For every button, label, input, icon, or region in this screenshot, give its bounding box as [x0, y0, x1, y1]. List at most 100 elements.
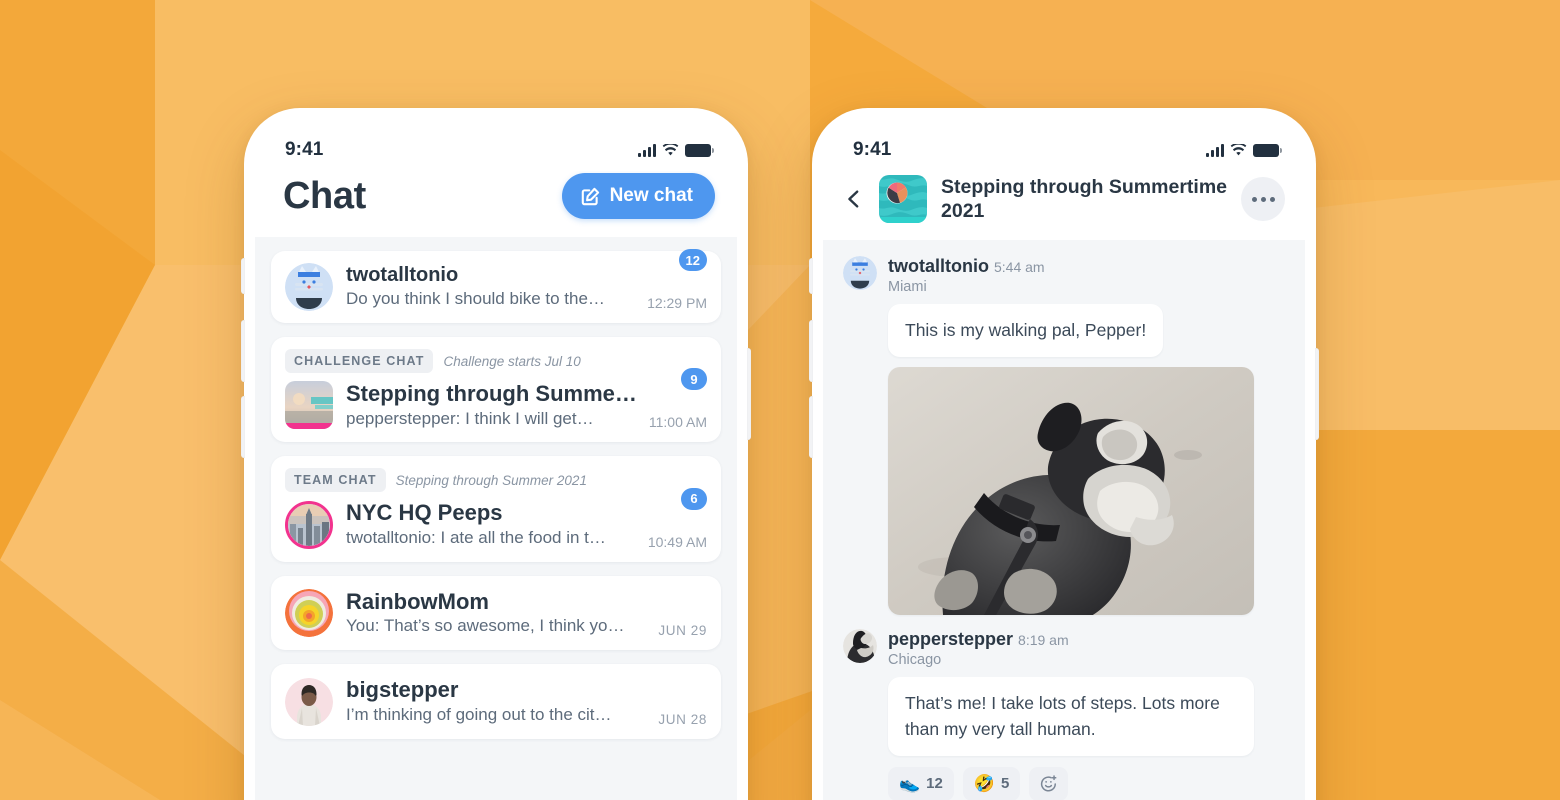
- chat-item-tag-note: Stepping through Summer 2021: [395, 472, 587, 488]
- message-meta: twotalltonio 5:44 am Miami: [888, 256, 1045, 295]
- chat-item-text: NYC HQ Peeps twotalltonio: I ate all the…: [346, 499, 707, 549]
- chevron-left-icon[interactable]: [843, 188, 865, 210]
- chat-item-time: 10:49 AM: [647, 533, 707, 550]
- phone-left-mute-switch[interactable]: [241, 258, 245, 294]
- chat-item-tag: TEAM CHAT: [285, 468, 386, 493]
- bigstepper-portrait-avatar: [285, 677, 333, 726]
- message-author: twotalltonio: [888, 255, 989, 276]
- phone-right-power-button[interactable]: [1315, 348, 1319, 440]
- chat-list[interactable]: twotalltonio Do you think I should bike …: [255, 237, 737, 800]
- chat-item-preview-row: You: That’s so awesome, I think yo… JUN …: [346, 615, 707, 638]
- chat-item-time: JUN 29: [658, 623, 707, 639]
- chat-item-name: bigstepper: [346, 677, 459, 703]
- wifi-icon: [662, 143, 679, 155]
- page-title: Chat: [283, 174, 366, 217]
- chat-list-item-twotalltonio[interactable]: twotalltonio Do you think I should bike …: [271, 249, 721, 323]
- conversation-title: Stepping through Summertime 2021: [941, 176, 1228, 223]
- chat-item-preview: twotalltonio: I ate all the food in t…: [346, 527, 606, 547]
- chat-list-item-bigstepper[interactable]: bigstepper I’m thinking of going out to …: [271, 664, 721, 739]
- pepperstepper-dog-avatar[interactable]: [843, 629, 877, 664]
- message-meta-line: twotalltonio 5:44 am: [888, 256, 1045, 277]
- chat-item-preview: Do you think I should bike to the…: [346, 289, 605, 309]
- chat-item-name: twotalltonio: [346, 264, 459, 287]
- battery-full-icon: [1253, 143, 1282, 157]
- schnauzer-dog-photo[interactable]: [888, 367, 1254, 616]
- chat-item-body: Stepping through Summe… pepperstepper: I…: [285, 380, 707, 430]
- chat-item-name: NYC HQ Peeps: [346, 500, 503, 526]
- phone-right-volume-up[interactable]: [809, 320, 813, 382]
- unread-badge: 6: [681, 487, 707, 510]
- chat-item-time: 11:00 AM: [648, 414, 707, 431]
- chat-item-body: RainbowMom You: That’s so awesome, I thi…: [285, 588, 707, 638]
- phone-left-power-button[interactable]: [747, 348, 751, 440]
- message-reactions: 👟 12 🤣 5: [888, 766, 1285, 800]
- wifi-icon: [1230, 143, 1247, 155]
- status-time: 9:41: [285, 139, 324, 160]
- chat-item-tag-row: CHALLENGE CHAT Challenge starts Jul 10: [285, 349, 707, 373]
- chat-list-item-rainbowmom[interactable]: RainbowMom You: That’s so awesome, I thi…: [271, 575, 721, 651]
- cellular-bars-icon: [1206, 143, 1224, 157]
- phone-left-volume-up[interactable]: [241, 320, 245, 382]
- beach-sunset-thumbnail: [285, 381, 333, 430]
- phone-left-screen: 9:41 Chat New chat twotalltonio Do you t…: [255, 119, 737, 800]
- compose-icon: [581, 187, 599, 205]
- phone-right-volume-down[interactable]: [809, 396, 813, 458]
- chat-item-body: twotalltonio Do you think I should bike …: [285, 263, 707, 311]
- chat-item-text: Stepping through Summe… pepperstepper: I…: [346, 380, 707, 430]
- more-horizontal-icon[interactable]: [1241, 177, 1285, 222]
- message-header: pepperstepper 8:19 am Chicago: [843, 629, 1285, 668]
- chat-list-item-challenge-chat[interactable]: CHALLENGE CHAT Challenge starts Jul 10 S…: [271, 337, 721, 443]
- chat-item-tag-note: Challenge starts Jul 10: [443, 353, 581, 369]
- chat-item-preview-row: twotalltonio: I ate all the food in t… 1…: [346, 527, 707, 550]
- message-meta: pepperstepper 8:19 am Chicago: [888, 629, 1069, 668]
- background-pattern: [0, 0, 1560, 800]
- message-group-twotalltonio: twotalltonio 5:44 am Miami This is my wal…: [843, 255, 1285, 616]
- chat-item-preview-row: Do you think I should bike to the… 12:29…: [346, 288, 707, 311]
- chat-item-tag: CHALLENGE CHAT: [285, 349, 434, 373]
- phone-right-mute-switch[interactable]: [809, 258, 813, 294]
- shoe-reaction-icon[interactable]: 👟 12: [888, 766, 954, 800]
- message-thread[interactable]: twotalltonio 5:44 am Miami This is my wal…: [823, 239, 1305, 800]
- message-time: 8:19 am: [1018, 632, 1069, 649]
- chat-list-item-nyc-hq-peeps[interactable]: TEAM CHAT Stepping through Summer 2021 N…: [271, 456, 721, 562]
- screenshot-stage: 9:41 Chat New chat twotalltonio Do you t…: [0, 0, 1560, 800]
- message-meta-line: pepperstepper 8:19 am: [888, 629, 1069, 650]
- chat-item-tag-row: TEAM CHAT Stepping through Summer 2021: [285, 468, 707, 493]
- chat-item-preview-row: I’m thinking of going out to the cit… JU…: [346, 704, 707, 727]
- message-bubble[interactable]: That’s me! I take lots of steps. Lots mo…: [888, 677, 1254, 756]
- reaction-emoji: 👟: [899, 773, 921, 793]
- phone-left: 9:41 Chat New chat twotalltonio Do you t…: [241, 108, 751, 800]
- message-group-pepperstepper: pepperstepper 8:19 am Chicago That’s me! …: [843, 629, 1285, 800]
- reaction-count: 12: [926, 775, 943, 793]
- phone-left-volume-down[interactable]: [241, 396, 245, 458]
- cellular-bars-icon: [638, 143, 656, 157]
- chat-item-body: bigstepper I’m thinking of going out to …: [285, 676, 707, 727]
- chat-item-text: twotalltonio Do you think I should bike …: [346, 263, 707, 311]
- status-indicators: [638, 143, 714, 157]
- beach-ball-pool-thumbnail: [879, 175, 927, 224]
- nyc-skyline-avatar: [285, 500, 333, 549]
- chat-item-name: RainbowMom: [346, 588, 489, 614]
- message-bubble[interactable]: This is my walking pal, Pepper!: [888, 303, 1164, 358]
- message-header: twotalltonio 5:44 am Miami: [843, 255, 1285, 295]
- unread-badge: 12: [678, 249, 707, 271]
- message-location: Chicago: [888, 652, 942, 669]
- message-author: pepperstepper: [888, 629, 1014, 650]
- chat-item-preview: I’m thinking of going out to the cit…: [346, 704, 612, 724]
- phone-right: 9:41 Stepping through Summertime 2021 tw…: [809, 108, 1319, 800]
- chat-item-body: NYC HQ Peeps twotalltonio: I ate all the…: [285, 499, 707, 550]
- rainbow-rings-avatar: [285, 589, 333, 638]
- chat-item-name: Stepping through Summe…: [346, 381, 637, 406]
- message-location: Miami: [888, 278, 927, 295]
- reaction-count: 5: [1001, 775, 1010, 793]
- status-time: 9:41: [853, 139, 892, 160]
- add-reaction-icon[interactable]: [1029, 766, 1069, 800]
- twotalltonio-cat-avatar[interactable]: [843, 255, 877, 290]
- new-chat-button[interactable]: New chat: [561, 173, 715, 219]
- laughing-reaction-icon[interactable]: 🤣 5: [962, 766, 1021, 800]
- chat-item-text: bigstepper I’m thinking of going out to …: [346, 676, 707, 726]
- reaction-emoji: 🤣: [973, 773, 996, 793]
- chat-item-preview-row: pepperstepper: I think I will get… 11:00…: [346, 408, 707, 431]
- chat-item-preview: pepperstepper: I think I will get…: [346, 408, 594, 428]
- message-time: 5:44 am: [993, 258, 1045, 275]
